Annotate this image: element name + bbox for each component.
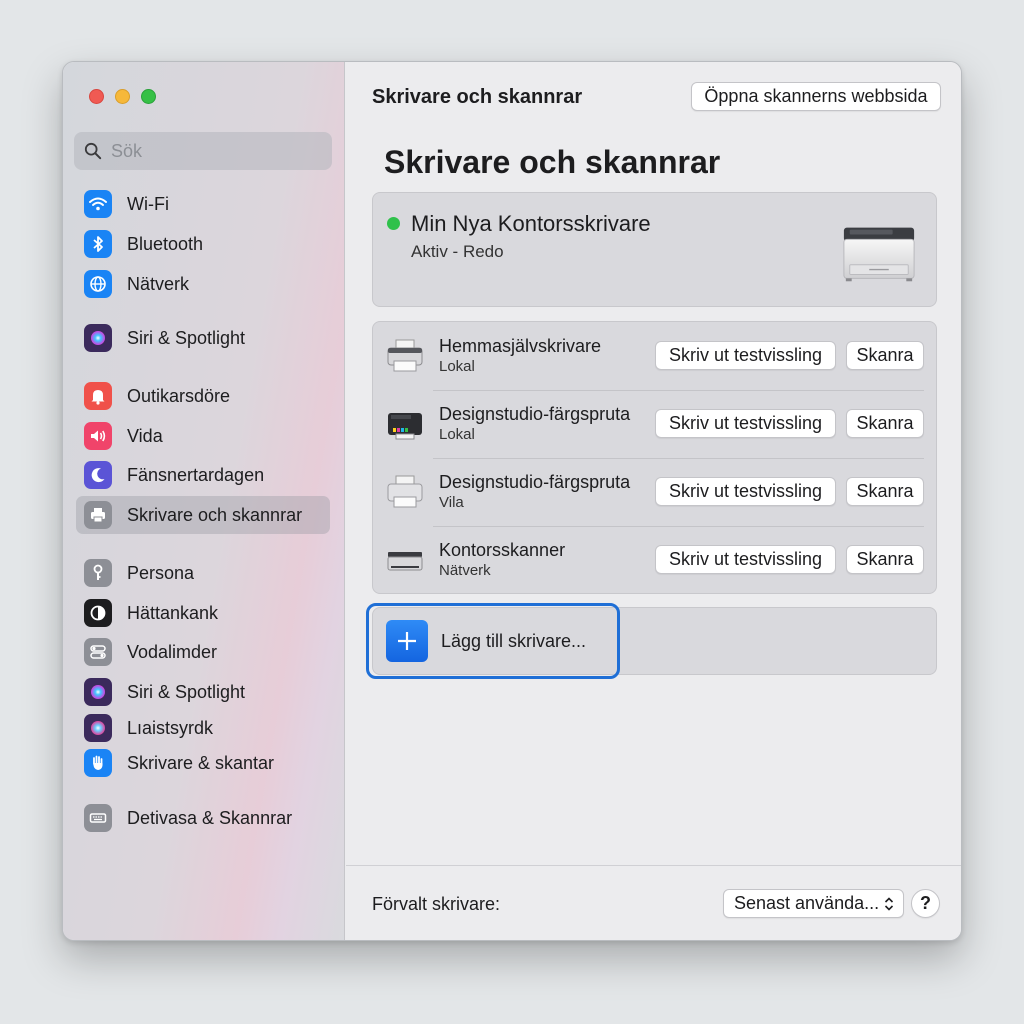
print-test-page-button[interactable]: Skriv ut testvissling [655,477,836,506]
default-printer-status: Aktiv - Redo [411,242,504,261]
footer-bar: Förvalt skrivare: Senast använda... ? [346,865,961,940]
sidebar: Wi-Fi Bluetooth Nätverk Siri & Spotlight… [63,62,345,940]
search-icon [84,142,102,160]
search-field[interactable] [74,132,332,170]
wifi-icon [84,190,112,218]
sidebar-item-focus[interactable]: Fänsnertardagen [76,456,330,494]
siri-icon [84,714,112,742]
sidebar-item-label: Skrivare & skantar [127,752,275,773]
list-item[interactable]: Designstudio-färgspruta Lokal Skriv ut t… [373,390,936,458]
printer-icon [387,339,423,372]
hand-icon [84,749,112,777]
key-icon [84,559,112,587]
window-controls [89,89,156,104]
default-printer-name: Min Nya Kontorsskrivare [411,211,651,236]
sidebar-item-wifi[interactable]: Wi-Fi [76,185,330,223]
sidebar-item-siri-spotlight-2[interactable]: Siri & Spotlight [76,673,330,711]
sidebar-item-network[interactable]: Nätverk [76,265,330,303]
globe-icon [84,270,112,298]
sidebar-item-label: Lıaistsyrdk [127,717,214,738]
plus-icon [386,620,428,662]
scan-button[interactable]: Skanra [846,545,924,574]
sidebar-item-printers-scanners[interactable]: Skrivare och skannrar [76,496,330,534]
settings-window: Wi-Fi Bluetooth Nätverk Siri & Spotlight… [62,61,962,941]
page-title: Skrivare och skannrar [384,144,721,180]
print-test-page-button[interactable]: Skriv ut testvissling [655,545,836,574]
bluetooth-icon [84,230,112,258]
notification-icon [84,382,112,410]
sidebar-item-notifications[interactable]: Outikarsdöre [76,377,330,415]
toggle-icon [84,638,112,666]
scan-button[interactable]: Skanra [846,409,924,438]
printer-icon [84,501,112,529]
sidebar-item-label: Siri & Spotlight [127,327,246,348]
scan-button[interactable]: Skanra [846,477,924,506]
sidebar-item-devices-scanners[interactable]: Detivasa & Skannrar [76,799,330,837]
printer-name: Kontorsskanner [439,540,566,560]
chevron-updown-icon [884,897,894,911]
default-printer-label: Förvalt skrivare: [372,894,501,914]
close-window-button[interactable] [89,89,104,104]
sidebar-item-accessibility[interactable]: Lıaistsyrdk [76,709,330,747]
siri-icon [84,678,112,706]
sidebar-item-printers-scanners-2[interactable]: Skrivare & skantar [76,744,330,782]
list-item[interactable]: Designstudio-färgspruta Vila Skriv ut te… [373,458,936,526]
help-button[interactable]: ? [911,889,940,918]
contrast-icon [84,599,112,627]
add-printer-button[interactable]: Lägg till skrivare... [366,603,620,679]
sidebar-item-label: Hättankank [127,602,219,623]
speaker-icon [84,422,112,450]
search-input[interactable] [111,140,311,162]
printer-name: Hemmasjälvskrivare [439,336,602,356]
sidebar-item-persona[interactable]: Persona [76,554,330,592]
printer-list: Hemmasjälvskrivare Lokal Skriv ut testvi… [372,321,937,594]
sidebar-item-controls[interactable]: Vodalimder [76,633,330,671]
add-printer-label: Lägg till skrivare... [441,630,587,651]
printer-icon [387,475,423,508]
scan-button[interactable]: Skanra [846,341,924,370]
sidebar-item-label: Bluetooth [127,233,204,254]
sidebar-item-label: Vida [127,425,163,446]
scanner-icon [387,552,423,571]
printer-icon [843,227,915,282]
printer-location: Lokal [439,358,475,375]
sidebar-item-label: Skrivare och skannrar [127,504,303,525]
sidebar-item-label: Vodalimder [127,641,218,662]
sidebar-item-label: Siri & Spotlight [127,681,246,702]
default-printer-select[interactable]: Senast använda... [723,889,904,918]
main-pane: Skrivare och skannrar Öppna skannerns we… [346,62,961,940]
open-scanner-webpage-button[interactable]: Öppna skannerns webbsida [691,82,941,111]
sidebar-item-appearance[interactable]: Hättankank [76,594,330,632]
sidebar-item-bluetooth[interactable]: Bluetooth [76,225,330,263]
print-test-page-button[interactable]: Skriv ut testvissling [655,409,836,438]
printer-name: Designstudio-färgspruta [439,472,631,492]
siri-icon [84,324,112,352]
default-printer-card[interactable]: Min Nya Kontorsskrivare Aktiv - Redo [372,192,937,307]
sidebar-item-label: Detivasa & Skannrar [127,807,293,828]
sidebar-item-label: Outikarsdöre [127,385,231,406]
sidebar-item-label: Fänsnertardagen [127,464,265,485]
moon-icon [84,461,112,489]
select-value: Senast använda... [734,893,880,913]
sidebar-item-siri-spotlight[interactable]: Siri & Spotlight [76,319,330,357]
sidebar-item-label: Persona [127,562,195,583]
keyboard-icon [84,804,112,832]
sidebar-item-label: Wi-Fi [127,193,169,214]
printer-name: Designstudio-färgspruta [439,404,631,424]
list-item[interactable]: Kontorsskanner Nätverk Skriv ut testviss… [373,526,936,594]
list-item[interactable]: Hemmasjälvskrivare Lokal Skriv ut testvi… [373,322,936,390]
zoom-window-button[interactable] [141,89,156,104]
printer-location: Vila [439,494,464,511]
toolbar-title: Skrivare och skannrar [372,86,583,108]
printer-location: Lokal [439,426,475,443]
minimize-window-button[interactable] [115,89,130,104]
print-test-page-button[interactable]: Skriv ut testvissling [655,341,836,370]
status-indicator [387,217,400,230]
inkjet-printer-icon [388,413,422,440]
printer-location: Nätverk [439,562,491,579]
sidebar-item-label: Nätverk [127,273,190,294]
sidebar-item-sound[interactable]: Vida [76,417,330,455]
